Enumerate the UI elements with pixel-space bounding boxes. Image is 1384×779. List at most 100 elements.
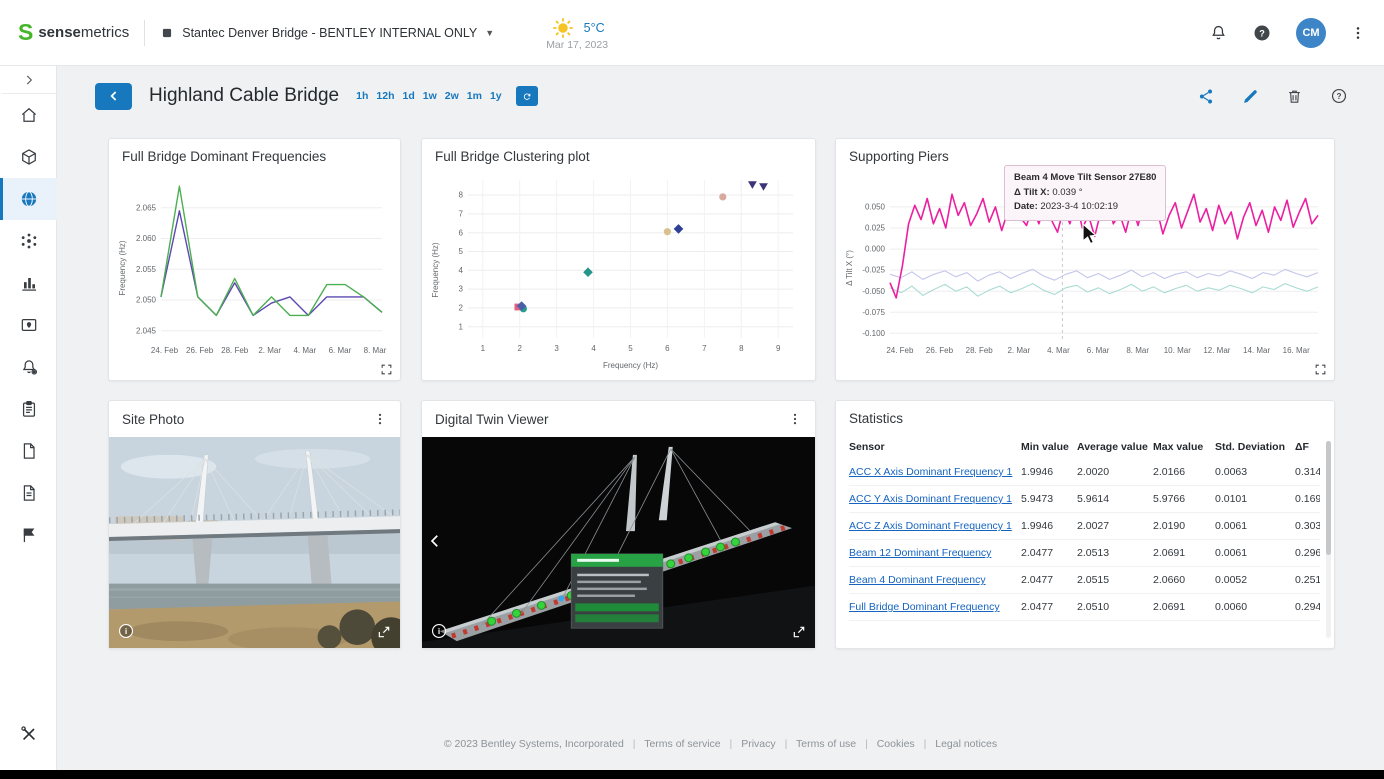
time-range-1y[interactable]: 1y bbox=[490, 90, 502, 102]
sidebar-item-reports[interactable] bbox=[0, 388, 57, 430]
weather-widget[interactable]: 5°C Mar 17, 2023 bbox=[546, 15, 608, 51]
edit-button[interactable] bbox=[1242, 88, 1259, 105]
time-range-12h[interactable]: 12h bbox=[376, 90, 394, 102]
sidebar-item-alerts[interactable] bbox=[0, 346, 57, 388]
chart-tooltip: Beam 4 Move Tilt Sensor 27E80 Δ Tilt X: … bbox=[1004, 165, 1166, 221]
sidebar-item-flags[interactable] bbox=[0, 514, 57, 556]
stat-value: 5.9614 bbox=[1077, 486, 1153, 513]
svg-text:-0.025: -0.025 bbox=[862, 266, 885, 275]
time-range-1h[interactable]: 1h bbox=[356, 90, 368, 102]
viewer-info-button[interactable]: i bbox=[430, 622, 448, 640]
sidebar-item-templates[interactable] bbox=[0, 472, 57, 514]
svg-text:?: ? bbox=[1259, 28, 1265, 38]
footer-link-terms-of-use[interactable]: Terms of use bbox=[796, 738, 856, 750]
svg-text:2. Mar: 2. Mar bbox=[258, 346, 281, 355]
stat-value: 2.0477 bbox=[1021, 540, 1077, 567]
brand-logo[interactable]: S sensemetrics bbox=[18, 21, 129, 44]
photo-info-button[interactable]: i bbox=[117, 622, 135, 640]
card-menu-button[interactable] bbox=[788, 411, 802, 427]
sidebar-item-documents[interactable] bbox=[0, 430, 57, 472]
svg-text:5: 5 bbox=[459, 247, 464, 256]
project-selector[interactable]: Stantec Denver Bridge - BENTLEY INTERNAL… bbox=[160, 26, 494, 40]
copyright: © 2023 Bentley Systems, Incorporated bbox=[444, 738, 624, 750]
time-range-1w[interactable]: 1w bbox=[423, 90, 437, 102]
sidebar-item-connectivity[interactable] bbox=[0, 178, 57, 220]
page-header: Highland Cable Bridge 1h 12h 1d 1w 2w 1m… bbox=[95, 79, 1348, 113]
avatar[interactable]: CM bbox=[1296, 18, 1326, 48]
footer-link-privacy[interactable]: Privacy bbox=[741, 738, 775, 750]
photo-open-button[interactable] bbox=[376, 624, 392, 640]
topbar: S sensemetrics Stantec Denver Bridge - B… bbox=[0, 0, 1384, 66]
footer-link-legal-notices[interactable]: Legal notices bbox=[935, 738, 997, 750]
sensor-link[interactable]: Beam 4 Dominant Frequency bbox=[849, 574, 986, 586]
svg-text:0.025: 0.025 bbox=[865, 224, 886, 233]
delete-button[interactable] bbox=[1286, 88, 1303, 105]
trash-icon bbox=[1286, 88, 1303, 105]
sidebar bbox=[0, 66, 57, 779]
viewer-open-button[interactable] bbox=[791, 624, 807, 640]
overflow-menu-button[interactable] bbox=[1350, 24, 1366, 42]
sidebar-item-map[interactable] bbox=[0, 304, 57, 346]
svg-text:26. Feb: 26. Feb bbox=[926, 346, 954, 355]
statistics-table: Sensor Min value Average value Max value… bbox=[849, 435, 1320, 642]
stat-value: 2.0660 bbox=[1153, 567, 1215, 594]
expand-sidebar-button[interactable] bbox=[0, 66, 57, 94]
svg-text:3: 3 bbox=[554, 344, 559, 353]
svg-text:5: 5 bbox=[628, 344, 633, 353]
sensor-link[interactable]: ACC Z Axis Dominant Frequency 1 bbox=[849, 520, 1012, 532]
expand-chart-button[interactable] bbox=[380, 363, 393, 376]
stat-value: 1.9946 bbox=[1021, 459, 1077, 486]
time-range-1d[interactable]: 1d bbox=[402, 90, 414, 102]
sensor-link[interactable]: Full Bridge Dominant Frequency bbox=[849, 601, 1000, 613]
stat-value: 0.3149 bbox=[1295, 459, 1320, 486]
svg-text:4: 4 bbox=[591, 344, 596, 353]
page-help-button[interactable]: ? bbox=[1330, 87, 1348, 105]
svg-text:8: 8 bbox=[739, 344, 744, 353]
card-site-photo: Site Photo bbox=[108, 400, 401, 649]
sensor-popup[interactable] bbox=[571, 554, 663, 628]
stat-value: 2.0166 bbox=[1153, 459, 1215, 486]
back-button[interactable] bbox=[95, 83, 132, 110]
svg-text:i: i bbox=[438, 627, 440, 636]
auto-refresh-button[interactable] bbox=[516, 86, 538, 106]
sidebar-item-home[interactable] bbox=[0, 94, 57, 136]
card-menu-button[interactable] bbox=[373, 411, 387, 427]
chevron-down-icon: ▼ bbox=[485, 28, 494, 38]
sidebar-item-analytics[interactable] bbox=[0, 262, 57, 304]
clipboard-icon bbox=[19, 399, 39, 419]
clustering-chart[interactable]: 12345678123456789Frequency (Hz)Frequency… bbox=[428, 170, 809, 370]
footer-link-terms-of-service[interactable]: Terms of service bbox=[644, 738, 720, 750]
card-title: Statistics bbox=[849, 411, 903, 426]
table-row: ACC X Axis Dominant Frequency 1 1.9946 2… bbox=[849, 459, 1320, 486]
viewer-prev-button[interactable] bbox=[426, 532, 444, 550]
sensor-link[interactable]: ACC Y Axis Dominant Frequency 1 bbox=[849, 493, 1012, 505]
svg-text:28. Feb: 28. Feb bbox=[221, 346, 249, 355]
sensor-link[interactable]: ACC X Axis Dominant Frequency 1 bbox=[849, 466, 1012, 478]
chevron-left-icon bbox=[426, 532, 444, 550]
sidebar-item-devices[interactable] bbox=[0, 136, 57, 178]
stat-value: 2.0691 bbox=[1153, 540, 1215, 567]
svg-text:-0.075: -0.075 bbox=[862, 308, 885, 317]
frequencies-chart[interactable]: 2.0452.0502.0552.0602.06524. Feb26. Feb2… bbox=[115, 170, 394, 366]
footer-link-cookies[interactable]: Cookies bbox=[877, 738, 915, 750]
digital-twin-viewer[interactable]: i bbox=[422, 437, 815, 648]
expand-chart-button[interactable] bbox=[1314, 363, 1327, 376]
stat-value: 2.0020 bbox=[1077, 459, 1153, 486]
sidebar-item-tools[interactable] bbox=[0, 713, 57, 755]
card-dominant-frequencies: Full Bridge Dominant Frequencies 2.0452.… bbox=[108, 138, 401, 381]
stat-value: 2.0477 bbox=[1021, 567, 1077, 594]
svg-text:4: 4 bbox=[459, 266, 464, 275]
sensor-link[interactable]: Beam 12 Dominant Frequency bbox=[849, 547, 991, 559]
scrollbar-thumb[interactable] bbox=[1326, 441, 1331, 555]
help-button[interactable]: ? bbox=[1252, 23, 1272, 43]
svg-text:26. Feb: 26. Feb bbox=[186, 346, 214, 355]
notifications-button[interactable] bbox=[1209, 23, 1228, 42]
file-alt-icon bbox=[19, 483, 39, 503]
time-range-1m[interactable]: 1m bbox=[467, 90, 482, 102]
svg-text:24. Feb: 24. Feb bbox=[151, 346, 179, 355]
card-title: Digital Twin Viewer bbox=[435, 412, 549, 427]
sidebar-item-clusters[interactable] bbox=[0, 220, 57, 262]
share-button[interactable] bbox=[1198, 88, 1215, 105]
svg-text:8: 8 bbox=[459, 191, 464, 200]
time-range-2w[interactable]: 2w bbox=[445, 90, 459, 102]
